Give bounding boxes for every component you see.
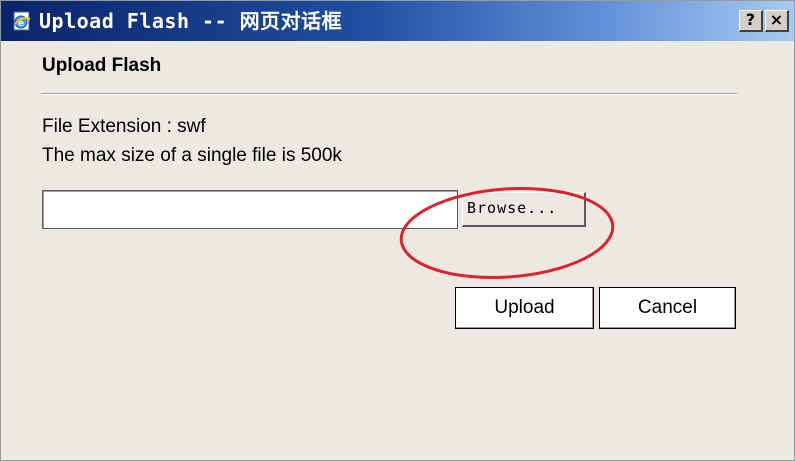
upload-button[interactable]: Upload: [455, 287, 594, 329]
max-size-text: The max size of a single file is 500k: [42, 145, 342, 166]
file-extension-text: File Extension : swf: [42, 116, 206, 137]
dialog-heading: Upload Flash: [42, 55, 162, 76]
ie-page-icon: e: [13, 11, 31, 31]
upload-flash-dialog-window: e Upload Flash -- 网页对话框 ? × Upload Flash…: [0, 0, 795, 461]
cancel-button[interactable]: Cancel: [599, 287, 736, 329]
help-button[interactable]: ?: [739, 10, 763, 32]
svg-text:e: e: [18, 19, 24, 29]
window-title: Upload Flash -- 网页对话框: [39, 9, 343, 33]
close-button[interactable]: ×: [765, 10, 789, 32]
heading-divider: [41, 93, 737, 95]
browse-button[interactable]: Browse...: [462, 192, 586, 227]
file-path-input[interactable]: [42, 190, 458, 229]
title-bar[interactable]: e Upload Flash -- 网页对话框 ? ×: [1, 1, 794, 41]
